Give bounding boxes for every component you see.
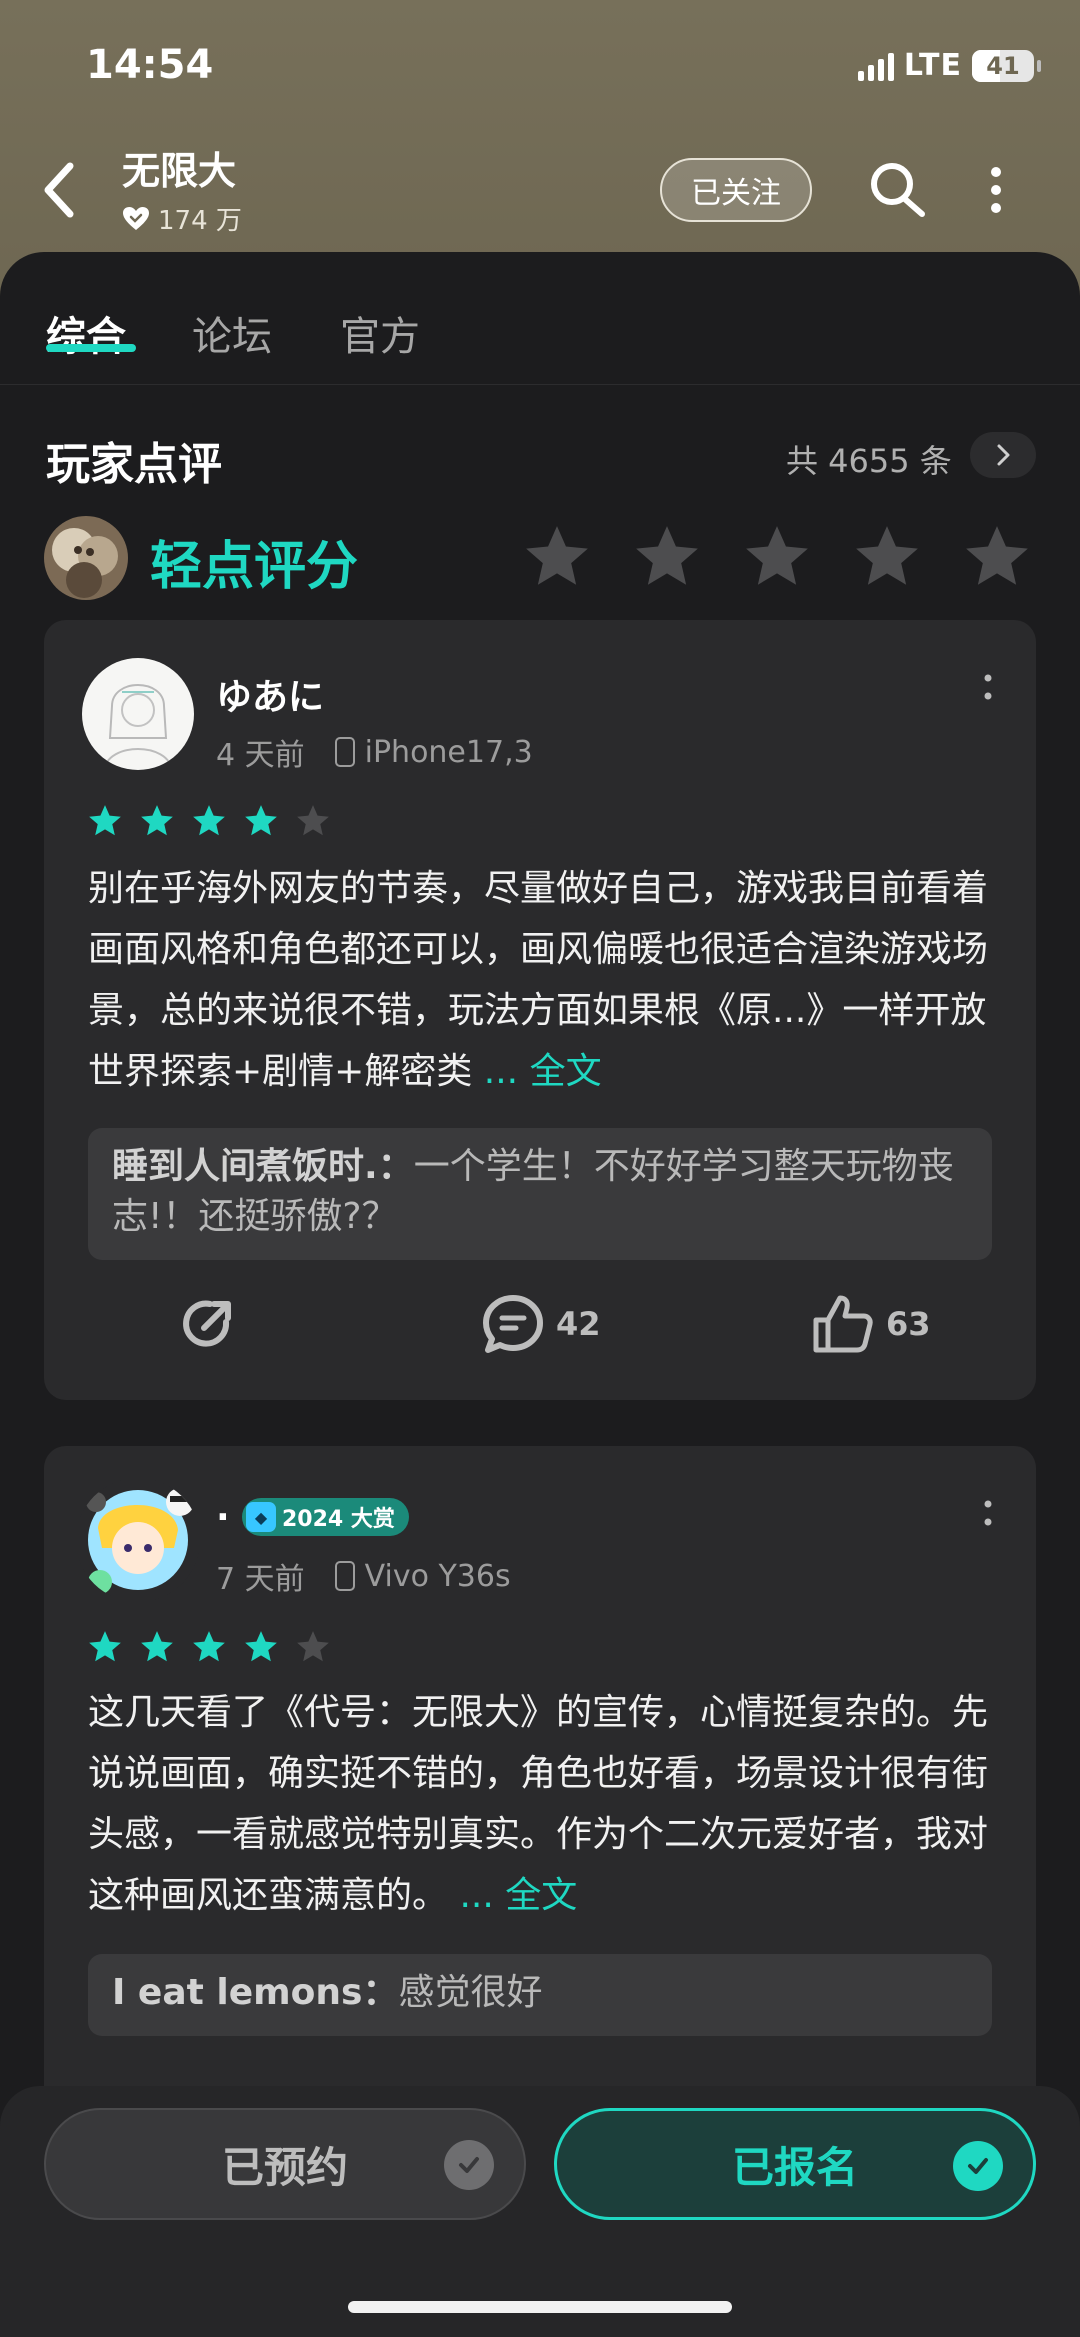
review-meta: 7 天前 Vivo Y36s: [216, 1554, 511, 1598]
award-badge: ◆ 2024 大赏: [242, 1498, 409, 1536]
tab-forum[interactable]: 论坛: [192, 304, 272, 362]
star-empty-icon: [297, 805, 329, 836]
star-filled-icon: [245, 805, 277, 836]
star-filled-icon: [193, 1631, 225, 1662]
share-icon: [183, 1300, 231, 1347]
review-options-button[interactable]: [978, 668, 998, 708]
review-device: Vivo Y36s: [364, 1558, 511, 1594]
thumbs-up-icon: [813, 1295, 873, 1353]
status-time: 14:54: [86, 42, 214, 88]
reply-separator: ：: [377, 1146, 414, 1187]
reply-author[interactable]: 睡到人间煮饭时.: [112, 1146, 378, 1187]
review-rating: [86, 1628, 332, 1666]
top-reply[interactable]: I eat lemons：感觉很好: [88, 1954, 992, 2036]
award-badge-text: 2024 大赏: [282, 1507, 395, 1532]
reserved-label: 已预约: [221, 2142, 348, 2192]
active-tab-indicator: [46, 344, 136, 352]
phone-icon: [334, 737, 355, 767]
comment-count: 42: [556, 1305, 601, 1343]
reply-author[interactable]: I eat lemons: [112, 1972, 362, 2013]
battery-icon: 41: [972, 49, 1041, 82]
tab-official[interactable]: 官方: [340, 304, 420, 362]
tab-bar: 综合 论坛 官方: [0, 290, 1080, 385]
reserved-button[interactable]: 已预约: [44, 2108, 526, 2220]
heart-icon: [123, 206, 149, 230]
star-1-icon[interactable]: [520, 520, 594, 594]
review-text[interactable]: 别在乎海外网友的节奏，尽量做好自己，游戏我目前看着画面风格和角色都还可以，画风偏…: [88, 858, 1008, 1108]
back-button[interactable]: [40, 160, 80, 220]
reply-text: 感觉很好: [398, 1972, 543, 2013]
follower-count: 174 万: [122, 200, 242, 237]
rating-input: [520, 520, 1034, 594]
star-filled-icon: [245, 1631, 277, 1662]
top-reply[interactable]: 睡到人间煮饭时.：一个学生！不好好学习整天玩物丧志!！还挺骄傲?？: [88, 1128, 992, 1260]
star-filled-icon: [193, 805, 225, 836]
star-filled-icon: [141, 805, 173, 836]
battery-level: 41: [986, 51, 1020, 80]
review-time: 4 天前: [216, 738, 305, 773]
review-rating: [86, 802, 332, 840]
check-circle-icon: [444, 2140, 494, 2190]
share-button[interactable]: [176, 1292, 240, 1356]
signal-icon: [857, 51, 894, 81]
comment-icon: [483, 1295, 543, 1353]
review-count[interactable]: 共 4655 条: [786, 436, 952, 482]
more-vertical-icon: [984, 1500, 992, 1526]
game-title: 无限大: [122, 149, 237, 193]
more-vertical-icon: [984, 674, 992, 700]
search-icon: [871, 163, 925, 217]
review-meta: 4 天前 iPhone17,3: [216, 730, 533, 774]
star-2-icon[interactable]: [630, 520, 704, 594]
tap-to-rate-label: 轻点评分: [150, 537, 359, 597]
status-indicators: LTE 41: [857, 48, 1041, 83]
reply-separator: ：: [362, 1972, 399, 2013]
read-more-link[interactable]: ... 全文: [484, 1051, 602, 1092]
star-3-icon[interactable]: [740, 520, 814, 594]
tab-overview[interactable]: 综合: [46, 304, 126, 362]
signed-up-button[interactable]: 已报名: [554, 2108, 1036, 2220]
check-circle-icon: [953, 2141, 1003, 2191]
section-title: 玩家点评: [46, 439, 222, 490]
follower-count-text: 174 万: [158, 206, 242, 236]
search-button[interactable]: [866, 158, 930, 222]
review-options-button[interactable]: [978, 1494, 998, 1534]
star-5-icon[interactable]: [960, 520, 1034, 594]
phone-icon: [334, 1561, 355, 1591]
network-type: LTE: [903, 48, 962, 83]
my-avatar: [44, 516, 128, 600]
follow-button[interactable]: 已关注: [660, 158, 812, 222]
view-all-reviews-button[interactable]: [970, 432, 1036, 478]
star-filled-icon: [141, 1631, 173, 1662]
star-empty-icon: [297, 1631, 329, 1662]
star-filled-icon: [89, 805, 121, 836]
gem-icon: ◆: [246, 1502, 276, 1532]
read-more-link[interactable]: ... 全文: [459, 1875, 577, 1916]
reviewer-name[interactable]: .: [216, 1488, 230, 1529]
more-vertical-icon: [991, 167, 1001, 213]
reviewer-avatar[interactable]: [82, 658, 194, 770]
like-button[interactable]: 63: [810, 1292, 931, 1356]
reviewer-name[interactable]: ゆあに: [216, 668, 324, 720]
home-indicator[interactable]: [348, 2301, 732, 2313]
star-filled-icon: [89, 1631, 121, 1662]
signed-up-label: 已报名: [731, 2142, 858, 2192]
review-text[interactable]: 这几天看了《代号：无限大》的宣传，心情挺复杂的。先说说画面，确实挺不错的，角色也…: [88, 1682, 1008, 1932]
reviewer-avatar[interactable]: [76, 1478, 200, 1602]
review-device: iPhone17,3: [364, 734, 533, 770]
chevron-right-icon: [997, 444, 1010, 466]
review-time: 7 天前: [216, 1562, 305, 1597]
comment-button[interactable]: 42: [480, 1292, 601, 1356]
chevron-left-icon: [44, 162, 74, 218]
more-options-button[interactable]: [980, 160, 1012, 220]
like-count: 63: [886, 1305, 931, 1343]
star-4-icon[interactable]: [850, 520, 924, 594]
